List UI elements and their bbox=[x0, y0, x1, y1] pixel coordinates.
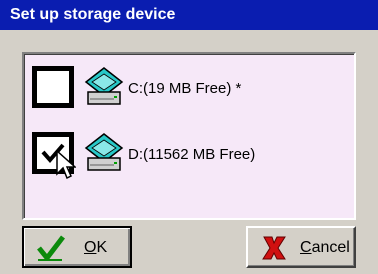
ok-button[interactable]: OK bbox=[22, 226, 132, 268]
drive-row-c[interactable]: C:(19 MB Free) * bbox=[32, 64, 342, 120]
cancel-button-label: Cancel bbox=[300, 239, 350, 256]
ok-button-label: OK bbox=[84, 239, 108, 256]
drive-d-label: D:(11562 MB Free) bbox=[128, 146, 256, 163]
cancel-button[interactable]: Cancel bbox=[246, 226, 356, 268]
drive-row-d[interactable]: D:(11562 MB Free) bbox=[32, 130, 342, 186]
drive-icon bbox=[84, 67, 124, 105]
title-bar: Set up storage device bbox=[0, 0, 378, 30]
checkmark-icon bbox=[37, 235, 65, 261]
dialog-body: C:(19 MB Free) * D:(11562 MB Free) OK Ca… bbox=[0, 30, 378, 274]
drive-c-label: C:(19 MB Free) * bbox=[128, 80, 242, 97]
drive-list[interactable]: C:(19 MB Free) * D:(11562 MB Free) bbox=[22, 52, 356, 220]
drive-icon bbox=[84, 133, 124, 171]
mouse-cursor-icon bbox=[56, 150, 76, 180]
drive-c-checkbox[interactable] bbox=[32, 66, 74, 108]
x-icon bbox=[262, 236, 286, 260]
window-title: Set up storage device bbox=[10, 6, 176, 23]
